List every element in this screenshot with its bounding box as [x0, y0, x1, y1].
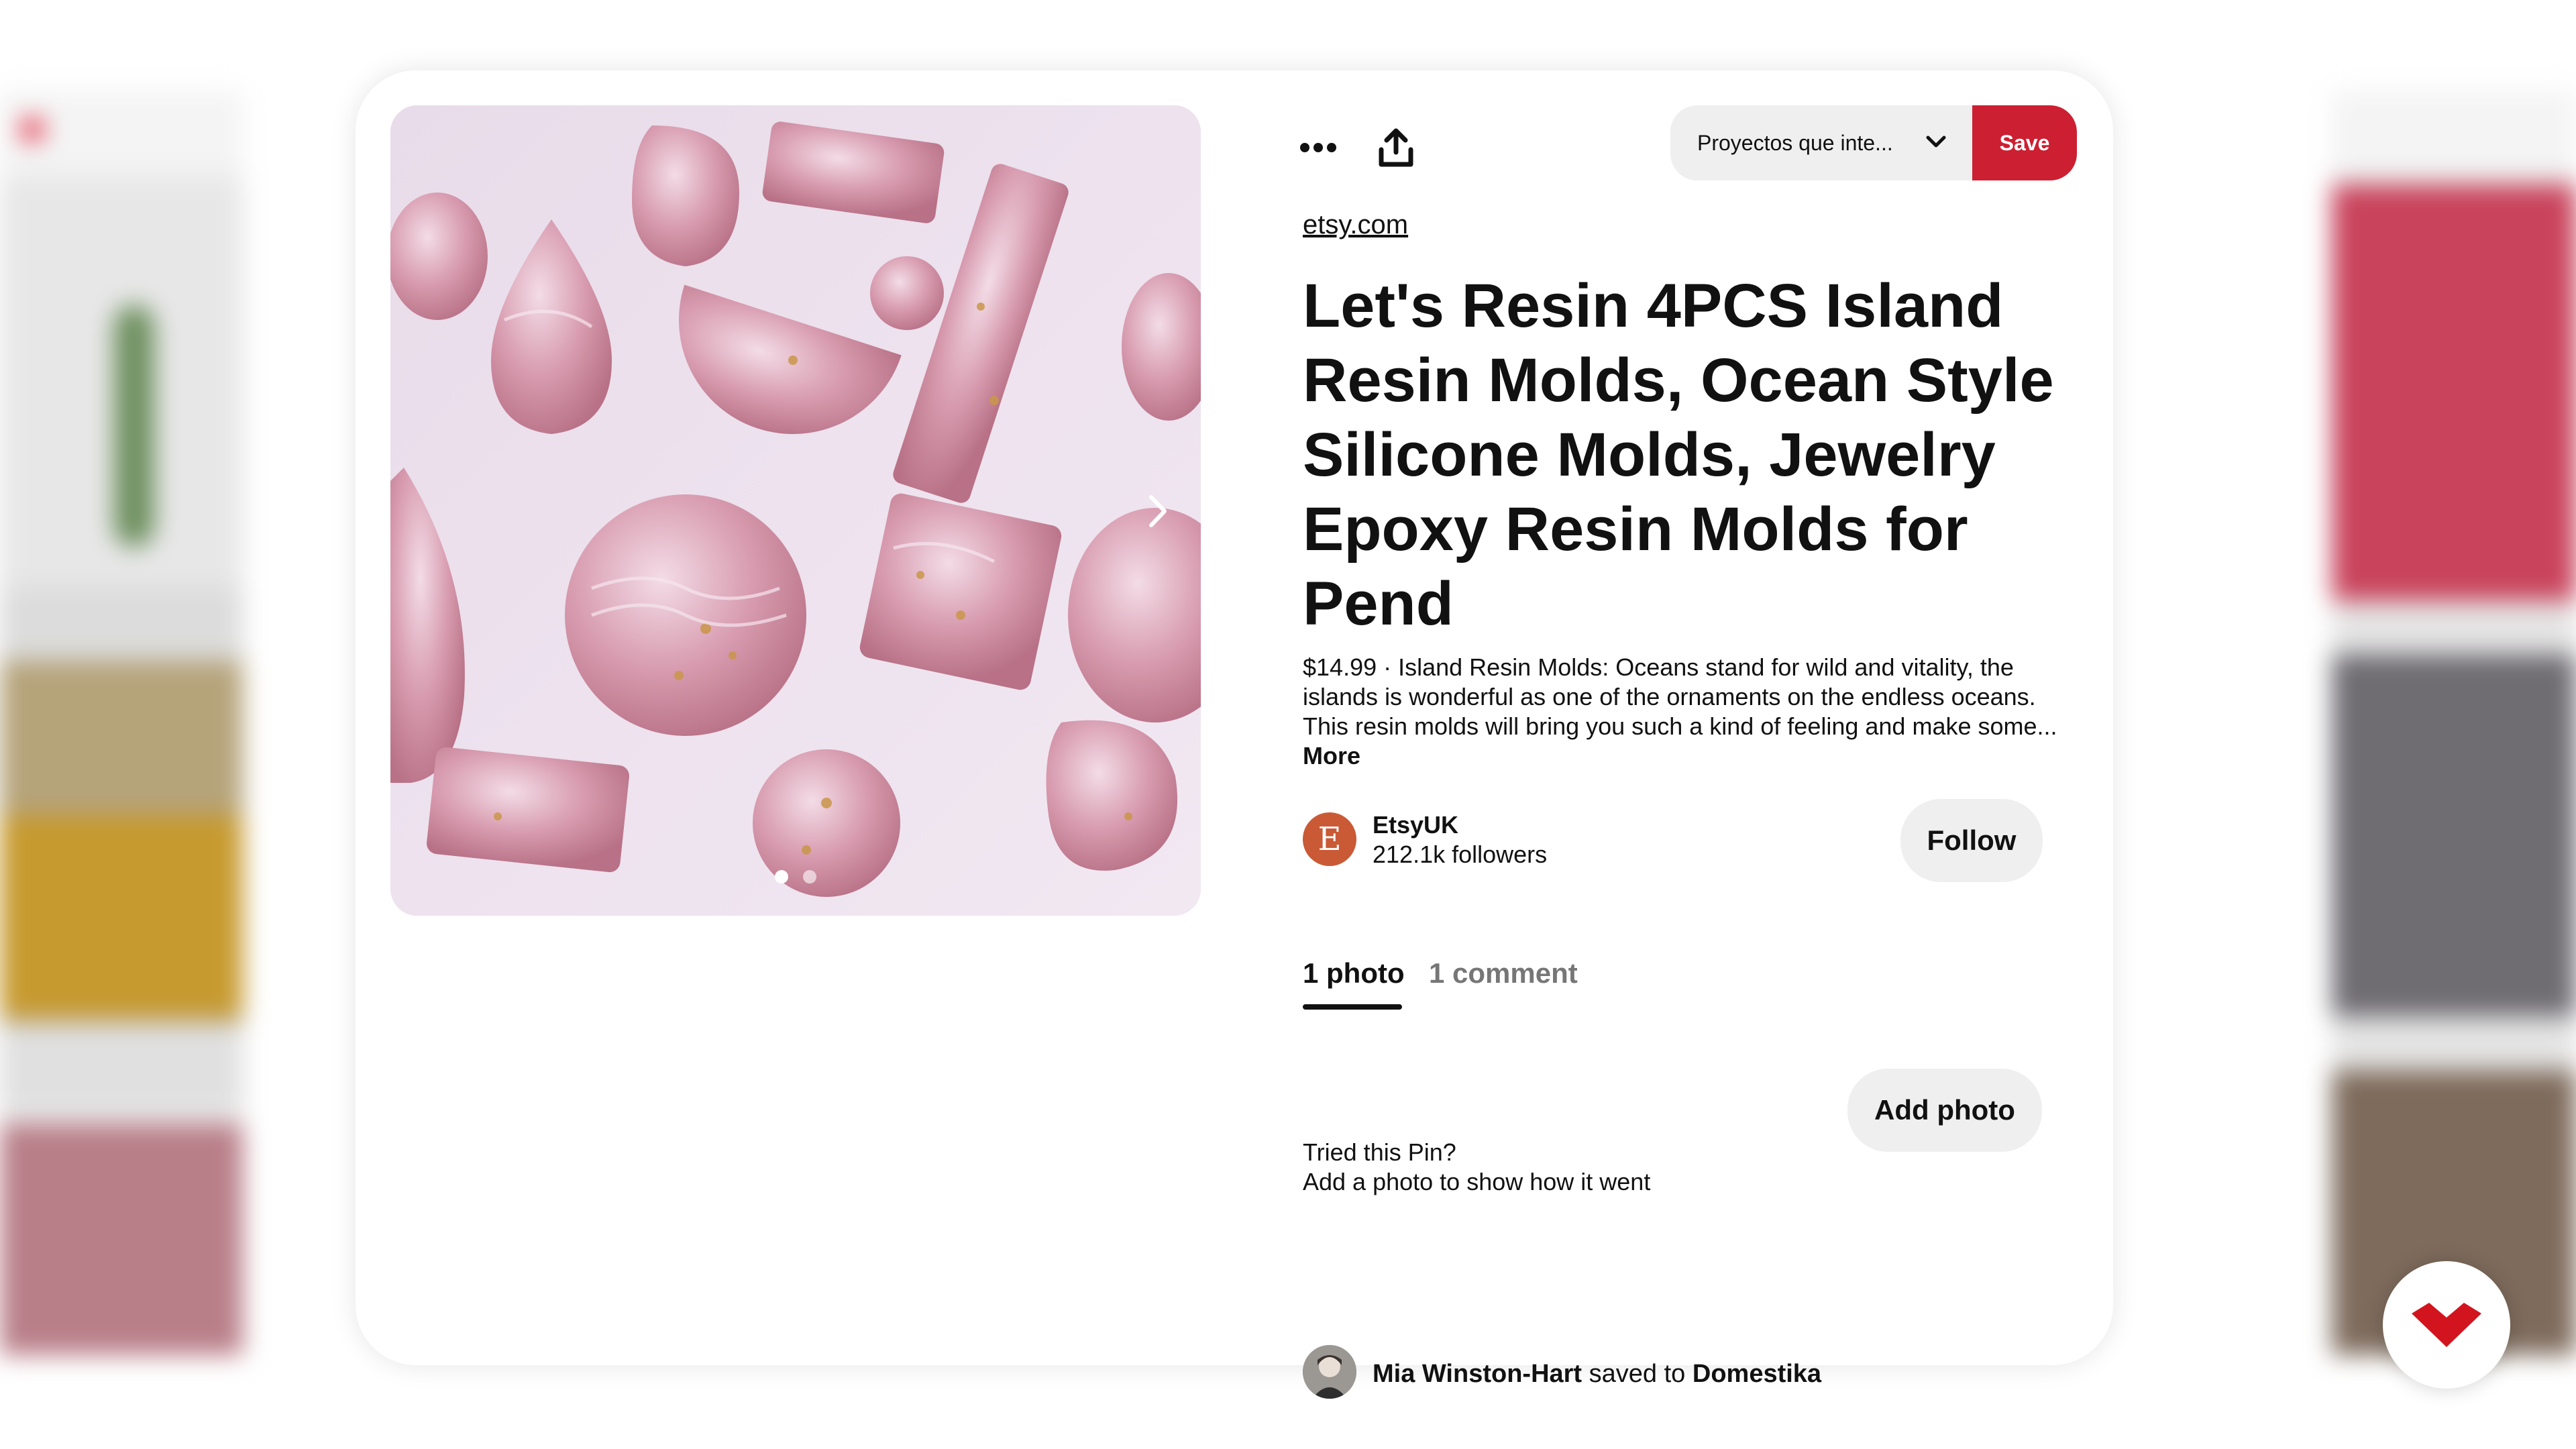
tried-pin-title: Tried this Pin? [1303, 1138, 1456, 1166]
saver-name[interactable]: Mia Winston-Hart [1373, 1360, 1582, 1388]
active-tab-indicator [1303, 1004, 1402, 1010]
pin-description: $14.99 · Island Resin Molds: Oceans stan… [1303, 653, 2061, 771]
tab-photos[interactable]: 1 photo [1303, 957, 1405, 989]
share-icon[interactable] [1373, 124, 1419, 171]
board-name[interactable]: Domestika [1693, 1360, 1821, 1388]
tried-pin-subtitle: Add a photo to show how it went [1303, 1168, 1651, 1195]
pin-title: Let's Resin 4PCS Island Resin Molds, Oce… [1303, 272, 2054, 638]
saved-to-text: saved to [1589, 1360, 1686, 1388]
chevron-down-icon [1924, 129, 1948, 159]
save-button[interactable]: Save [1972, 105, 2077, 180]
pin-description-text: $14.99 · Island Resin Molds: Oceans stan… [1303, 653, 2057, 740]
creator-followers: 212.1k followers [1373, 841, 1548, 868]
tab-comments[interactable]: 1 comment [1429, 957, 1578, 989]
carousel-next-icon[interactable] [1140, 494, 1174, 528]
source-link[interactable]: etsy.com [1303, 210, 1408, 240]
carousel-dot[interactable] [803, 870, 816, 883]
follow-button[interactable]: Follow [1900, 799, 2043, 882]
board-select-label: Proyectos que inte... [1697, 130, 1893, 155]
pin-closeup-card: Proyectos que inte... Save etsy.com Let'… [356, 70, 2113, 1399]
carousel-dot[interactable] [775, 870, 788, 883]
more-link[interactable]: More [1303, 742, 1360, 769]
pin-image[interactable] [390, 105, 1201, 916]
pin-photo [390, 105, 1201, 916]
creator-avatar[interactable]: E [1303, 812, 1356, 866]
saver-avatar[interactable] [1303, 1345, 1356, 1399]
board-select-dropdown[interactable]: Proyectos que inte... [1670, 105, 1972, 180]
background-pins-right [2332, 91, 2576, 1355]
background-pins-left [0, 91, 243, 1355]
domestika-logo-icon[interactable] [2383, 1261, 2510, 1389]
creator-name[interactable]: EtsyUK [1373, 811, 1458, 839]
more-options-icon[interactable] [1295, 124, 1342, 171]
add-photo-button[interactable]: Add photo [1847, 1069, 2042, 1152]
carousel-indicator [390, 870, 1201, 883]
saved-by-line: Mia Winston-Hart saved to Domestika [1373, 1360, 1821, 1389]
